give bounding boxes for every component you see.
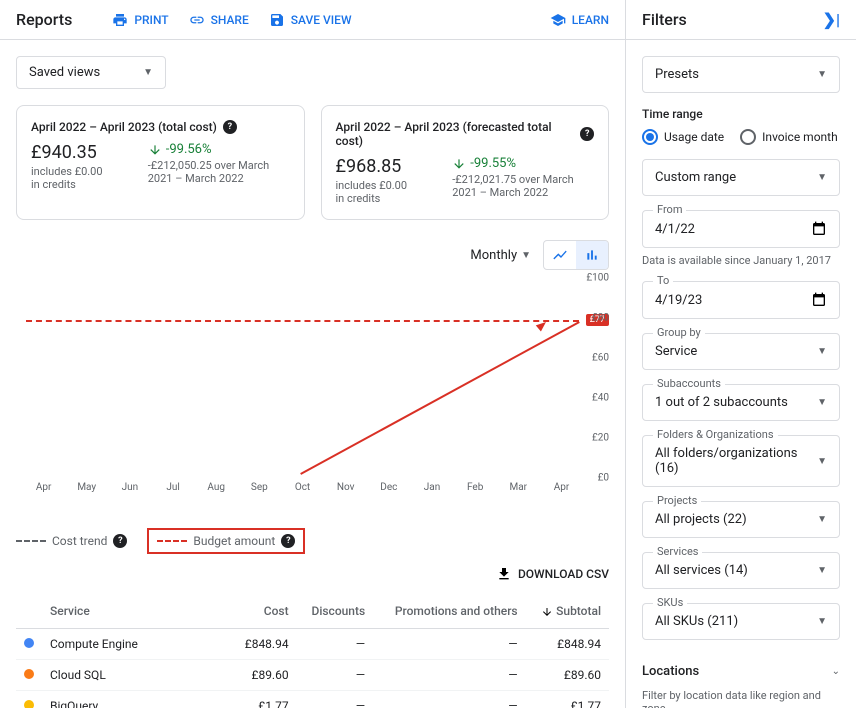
chevron-down-icon: ▼	[143, 67, 153, 78]
calendar-icon	[811, 292, 827, 308]
chevron-down-icon: ▼	[817, 346, 827, 357]
locations-section[interactable]: Locations ⌄	[642, 654, 840, 689]
filters-panel: Filters ❯| Presets ▼ Time range Usage da…	[626, 0, 856, 708]
cost-table: Service Cost Discounts Promotions and ot…	[16, 594, 609, 708]
table-row[interactable]: Compute Engine £848.94 — — £848.94	[16, 629, 609, 660]
print-icon	[112, 12, 128, 28]
chart-legend: Cost trend ? Budget amount ?	[16, 528, 609, 554]
from-date-hint: Data is available since January 1, 2017	[642, 254, 840, 267]
line-chart-icon	[552, 247, 568, 263]
col-cost[interactable]: Cost	[231, 594, 297, 629]
help-icon[interactable]: ?	[281, 534, 295, 548]
arrow-down-icon	[452, 157, 466, 171]
time-range-radio-group: Usage date Invoice month	[642, 129, 840, 145]
learn-button[interactable]: LEARN	[550, 12, 609, 28]
presets-dropdown[interactable]: Presets ▼	[642, 56, 840, 93]
print-button[interactable]: PRINT	[112, 12, 168, 28]
from-date-input[interactable]: From 4/1/22	[642, 210, 840, 248]
col-subtotal[interactable]: Subtotal	[526, 594, 609, 629]
download-csv-button[interactable]: DOWNLOAD CSV	[16, 566, 609, 582]
series-dot	[24, 638, 34, 648]
projects-dropdown[interactable]: Projects All projects (22) ▼	[642, 501, 840, 538]
chart-type-toggle	[543, 240, 609, 270]
arrow-down-icon	[148, 143, 162, 157]
legend-cost-trend: Cost trend ?	[16, 534, 127, 548]
download-icon	[496, 566, 512, 582]
total-cost-card: April 2022 – April 2023 (total cost) ? £…	[16, 105, 305, 220]
services-dropdown[interactable]: Services All services (14) ▼	[642, 552, 840, 589]
chevron-down-icon: ▼	[521, 250, 531, 261]
header: Reports PRINT SHARE SAVE VIEW LEARN	[0, 0, 625, 40]
group-by-dropdown[interactable]: Group by Service ▼	[642, 333, 840, 370]
learn-icon	[550, 12, 566, 28]
chevron-down-icon: ▼	[817, 69, 827, 80]
save-icon	[269, 12, 285, 28]
table-row[interactable]: BigQuery £1.77 — — £1.77	[16, 691, 609, 708]
total-cost-change: -99.56%	[148, 142, 290, 157]
bar-chart-icon	[584, 247, 600, 263]
forecasted-cost-change: -99.55%	[452, 156, 594, 171]
cost-chart: £77 £0£20£40£60£80£100 AprMayJunJulAugSe…	[16, 278, 609, 508]
bar-chart-button[interactable]	[576, 241, 608, 269]
line-chart-button[interactable]	[544, 241, 576, 269]
sort-down-icon	[541, 606, 553, 618]
filters-header: Filters ❯|	[626, 0, 856, 40]
period-dropdown[interactable]: Monthly ▼	[470, 248, 531, 263]
share-icon	[189, 12, 205, 28]
chart-controls: Monthly ▼	[16, 240, 609, 270]
calendar-icon	[811, 221, 827, 237]
collapse-panel-icon[interactable]: ❯|	[823, 10, 840, 29]
summary-cards: April 2022 – April 2023 (total cost) ? £…	[16, 105, 609, 220]
total-cost-amount: £940.35	[31, 142, 108, 163]
help-icon[interactable]: ?	[223, 120, 237, 134]
col-discounts[interactable]: Discounts	[297, 594, 374, 629]
to-date-input[interactable]: To 4/19/23	[642, 281, 840, 319]
help-icon[interactable]: ?	[113, 534, 127, 548]
series-dot	[24, 669, 34, 679]
content: Saved views ▼ April 2022 – April 2023 (t…	[0, 40, 625, 708]
share-button[interactable]: SHARE	[189, 12, 249, 28]
chevron-down-icon: ▼	[817, 565, 827, 576]
chevron-down-icon: ▼	[817, 456, 827, 467]
forecasted-cost-card: April 2022 – April 2023 (forecasted tota…	[321, 105, 610, 220]
page-title: Reports	[16, 10, 72, 29]
saved-views-dropdown[interactable]: Saved views ▼	[16, 56, 166, 89]
radio-checked-icon	[642, 129, 658, 145]
subaccounts-dropdown[interactable]: Subaccounts 1 out of 2 subaccounts ▼	[642, 384, 840, 421]
forecasted-cost-amount: £968.85	[336, 156, 413, 177]
chevron-down-icon: ⌄	[832, 666, 840, 677]
col-promo[interactable]: Promotions and others	[373, 594, 525, 629]
col-service[interactable]: Service	[42, 594, 231, 629]
table-row[interactable]: Cloud SQL £89.60 — — £89.60	[16, 660, 609, 691]
radio-unchecked-icon	[740, 129, 756, 145]
skus-dropdown[interactable]: SKUs All SKUs (211) ▼	[642, 603, 840, 640]
chevron-down-icon: ▼	[817, 172, 827, 183]
main-panel: Reports PRINT SHARE SAVE VIEW LEARN Save…	[0, 0, 626, 708]
usage-date-radio[interactable]: Usage date	[642, 129, 724, 145]
save-view-button[interactable]: SAVE VIEW	[269, 12, 352, 28]
series-dot	[24, 700, 34, 708]
time-range-label: Time range	[642, 107, 840, 121]
chevron-down-icon: ▼	[817, 397, 827, 408]
legend-budget-amount: Budget amount ?	[147, 528, 305, 554]
help-icon[interactable]: ?	[580, 127, 594, 141]
custom-range-dropdown[interactable]: Custom range ▼	[642, 159, 840, 196]
invoice-month-radio[interactable]: Invoice month	[740, 129, 838, 145]
chevron-down-icon: ▼	[817, 514, 827, 525]
chevron-down-icon: ▼	[817, 616, 827, 627]
folders-dropdown[interactable]: Folders & Organizations All folders/orga…	[642, 435, 840, 487]
